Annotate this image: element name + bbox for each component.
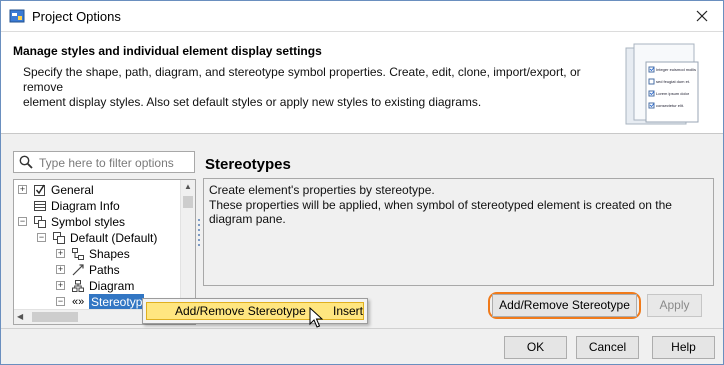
description-line: These properties will be applied, when s… [209, 198, 672, 226]
illustration-line: consectetur elit. [656, 103, 684, 108]
window-title: Project Options [32, 9, 121, 24]
shapes-icon [72, 248, 84, 260]
path-icon [72, 264, 84, 276]
stereotype-icon: «» [72, 296, 85, 308]
header-desc-line: element display styles. Also set default… [23, 95, 482, 109]
scroll-up-icon[interactable]: ▲ [184, 182, 192, 191]
tree-item-label: Shapes [89, 247, 130, 261]
context-menu-item-add-remove-stereotype[interactable]: Add/Remove Stereotype Insert [146, 302, 364, 320]
scroll-thumb[interactable] [32, 312, 78, 322]
header-description: Specify the shape, path, diagram, and st… [23, 65, 603, 110]
expand-icon[interactable]: + [56, 249, 65, 258]
panel-splitter[interactable] [198, 219, 201, 249]
illustration-line: Lorem ipsum dolor [656, 91, 690, 96]
tree-item-label: Paths [89, 263, 120, 277]
filter-input[interactable]: Type here to filter options [13, 151, 195, 173]
footer-divider [1, 328, 723, 329]
expand-icon[interactable]: + [18, 185, 27, 194]
tree-item-label: Default (Default) [70, 231, 158, 245]
header-desc-line: Specify the shape, path, diagram, and st… [23, 65, 581, 94]
description-box: Create element's properties by stereotyp… [203, 178, 714, 286]
app-icon [9, 9, 25, 23]
tree-item-label: Stereotyp [89, 294, 145, 310]
close-icon[interactable] [693, 7, 711, 25]
styles-icon [34, 216, 46, 228]
description-line: Create element's properties by stereotyp… [209, 183, 435, 197]
table-icon [34, 201, 46, 211]
add-remove-stereotype-button[interactable]: Add/Remove Stereotype [492, 294, 637, 317]
help-button[interactable]: Help [652, 336, 715, 359]
apply-button[interactable]: Apply [647, 294, 702, 317]
tree-item-label: Diagram Info [51, 199, 120, 213]
title-bar: Project Options [1, 1, 723, 32]
illustration-line: Integer euismod mollis [656, 67, 696, 72]
tree-vertical-scrollbar[interactable]: ▲ ▼ [180, 180, 195, 308]
diagram-icon [72, 280, 84, 292]
tree-item-label: Symbol styles [51, 215, 126, 229]
scroll-thumb[interactable] [183, 196, 193, 208]
context-menu: Add/Remove Stereotype Insert [142, 298, 368, 324]
expand-icon[interactable]: + [56, 281, 65, 290]
expand-icon[interactable]: + [56, 265, 65, 274]
styles-icon [53, 232, 65, 244]
checkbox-icon [34, 184, 45, 196]
menu-item-shortcut: Insert [333, 304, 364, 318]
mouse-pointer-icon [309, 307, 323, 328]
tree-item-label: General [51, 183, 94, 197]
scroll-left-icon[interactable]: ◀ [17, 312, 23, 321]
project-options-dialog: Project Options Manage styles and indivi… [0, 0, 724, 365]
header-title: Manage styles and individual element dis… [13, 44, 322, 58]
search-icon [19, 155, 33, 169]
collapse-icon[interactable]: − [37, 233, 46, 242]
ok-button[interactable]: OK [504, 336, 567, 359]
filter-placeholder: Type here to filter options [39, 156, 174, 170]
header-banner: Manage styles and individual element dis… [1, 32, 723, 134]
menu-item-label: Add/Remove Stereotype [175, 304, 306, 318]
collapse-icon[interactable]: − [18, 217, 27, 226]
tree-item-label: Diagram [89, 279, 135, 293]
cancel-button[interactable]: Cancel [576, 336, 639, 359]
illustration-line: sed feugiat dum et. [656, 79, 690, 84]
options-document-illustration: Integer euismod mollis sed feugiat dum e… [625, 43, 699, 125]
collapse-icon[interactable]: − [56, 297, 65, 306]
section-title: Stereotypes [205, 156, 291, 173]
